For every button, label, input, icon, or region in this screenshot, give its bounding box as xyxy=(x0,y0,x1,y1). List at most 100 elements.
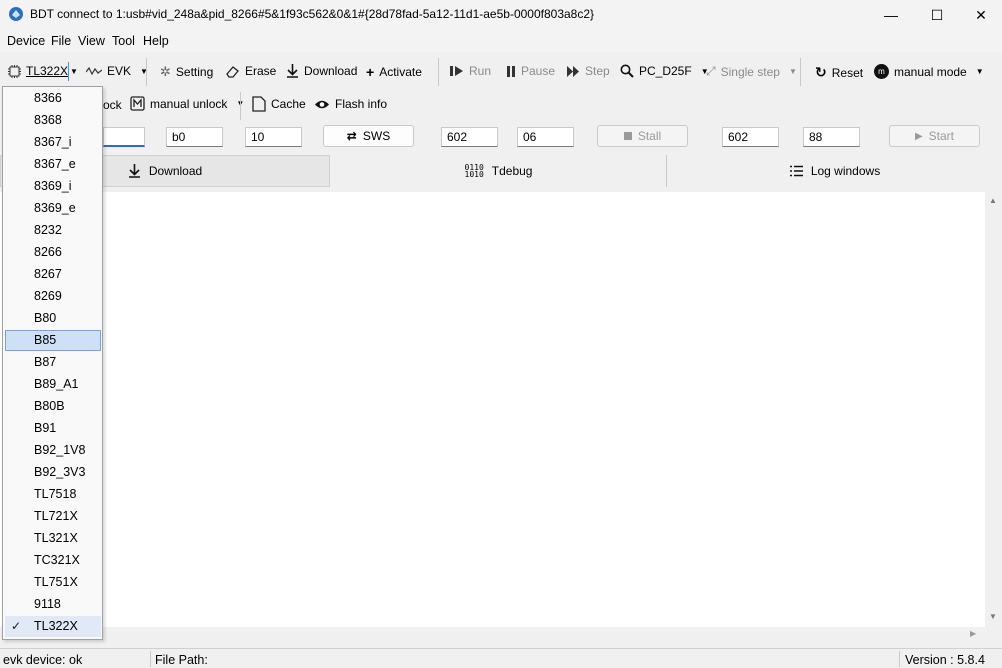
horizontal-scrollbar[interactable]: ▶ xyxy=(0,627,985,643)
title-bar: BDT connect to 1:usb#vid_248a&pid_8266#5… xyxy=(0,0,1002,30)
dropdown-item-tl721x[interactable]: TL721X xyxy=(5,506,101,527)
dropdown-item-b92-3v3[interactable]: B92_3V3 xyxy=(5,462,101,483)
toolbar-separator xyxy=(438,58,439,86)
pause-icon xyxy=(507,65,515,77)
erase-label: Erase xyxy=(245,64,277,78)
device-status: evk device: ok xyxy=(3,653,83,667)
scroll-up-arrow-icon[interactable]: ▲ xyxy=(989,196,997,205)
pause-button[interactable]: Pause xyxy=(506,64,555,78)
dropdown-item-b89-a1[interactable]: B89_A1 xyxy=(5,374,101,395)
tab-tdebug[interactable]: 0110 1010 Tdebug xyxy=(331,155,667,187)
scroll-right-arrow-icon[interactable]: ▶ xyxy=(970,629,976,638)
close-button[interactable]: ✕ xyxy=(958,0,1002,30)
length-field[interactable]: 10 xyxy=(245,127,302,147)
mode-select[interactable]: m manual mode ▼ xyxy=(874,64,984,79)
menu-file[interactable]: File xyxy=(51,34,71,48)
play-icon: ▶ xyxy=(914,130,923,142)
dropdown-item-label: 8366 xyxy=(34,91,62,105)
value-field-4[interactable]: 602 xyxy=(722,127,779,147)
dropdown-item-8369-e[interactable]: 8369_e xyxy=(5,198,101,219)
dropdown-item-tl7518[interactable]: TL7518 xyxy=(5,484,101,505)
flash-info-button[interactable]: Flash info xyxy=(314,97,387,111)
search-icon xyxy=(620,64,634,78)
tab-log-windows-label: Log windows xyxy=(810,164,881,178)
sws-button[interactable]: ⇄ SWS xyxy=(323,125,414,147)
step-button[interactable]: Step xyxy=(567,64,610,78)
chip-dropdown-menu: 8366 8368 8367_i 8367_e 8369_i 8369_e 8232 8266… xyxy=(2,86,103,640)
reset-button[interactable]: ↻ Reset xyxy=(815,64,863,81)
dropdown-item-tl751x[interactable]: TL751X xyxy=(5,572,101,593)
start-button[interactable]: ▶ Start xyxy=(889,125,980,147)
manual-mode-icon: m xyxy=(874,64,889,79)
dropdown-item-8266[interactable]: 8266 xyxy=(5,242,101,263)
address-field[interactable] xyxy=(103,127,145,147)
chip-select-label: TL322X xyxy=(26,64,69,78)
menu-view[interactable]: View xyxy=(78,34,105,48)
dropdown-item-8367-i[interactable]: 8367_i xyxy=(5,132,101,153)
dropdown-item-label: 8267 xyxy=(34,267,62,281)
log-output-area[interactable] xyxy=(0,192,985,627)
vertical-scrollbar[interactable]: ▲ ▼ xyxy=(985,192,1002,627)
dropdown-item-tl322x[interactable]: ✓ TL322X xyxy=(5,616,101,637)
menu-device[interactable]: Device xyxy=(7,34,45,48)
stall-button[interactable]: Stall xyxy=(597,125,688,147)
file-icon xyxy=(252,96,266,112)
toolbar-separator xyxy=(146,58,147,86)
menu-help[interactable]: Help xyxy=(143,34,169,48)
dropdown-item-8269[interactable]: 8269 xyxy=(5,286,101,307)
dropdown-item-label: 8369_i xyxy=(34,179,72,193)
pause-label: Pause xyxy=(521,64,556,78)
plus-icon: + xyxy=(366,64,375,80)
start-label: Start xyxy=(928,129,955,143)
run-label: Run xyxy=(469,64,492,78)
dropdown-item-8232[interactable]: 8232 xyxy=(5,220,101,241)
dropdown-item-b80[interactable]: B80 xyxy=(5,308,101,329)
value-field-2[interactable]: 602 xyxy=(441,127,498,147)
dropdown-item-tc321x[interactable]: TC321X xyxy=(5,550,101,571)
value-field-1[interactable]: b0 xyxy=(166,127,223,147)
cache-button[interactable]: Cache xyxy=(252,96,306,112)
dropdown-item-8369-i[interactable]: 8369_i xyxy=(5,176,101,197)
download-icon xyxy=(287,64,298,78)
download-button[interactable]: Download xyxy=(286,64,357,78)
dropdown-item-b85[interactable]: B85 xyxy=(5,330,101,351)
dropdown-item-8366[interactable]: 8366 xyxy=(5,88,101,109)
dropdown-item-label: TL321X xyxy=(34,531,78,545)
reset-label: Reset xyxy=(831,65,864,80)
manual-unlock-select[interactable]: manual unlock ▼ xyxy=(130,96,244,111)
dropdown-item-b92-1v8[interactable]: B92_1V8 xyxy=(5,440,101,461)
single-step-select[interactable]: ⤢ Single step ▼ xyxy=(706,64,797,79)
chip-dropdown-arrow-icon[interactable]: ▼ xyxy=(68,62,79,81)
evk-select[interactable]: EVK ▼ xyxy=(86,64,148,78)
dropdown-item-8367-e[interactable]: 8367_e xyxy=(5,154,101,175)
unlock-label-partial[interactable]: ock xyxy=(103,98,122,112)
setting-button[interactable]: ✲ Setting xyxy=(160,64,213,80)
activate-button[interactable]: + Activate xyxy=(366,64,422,80)
dropdown-item-8368[interactable]: 8368 xyxy=(5,110,101,131)
scroll-down-arrow-icon[interactable]: ▼ xyxy=(989,612,997,621)
evk-label: EVK xyxy=(107,64,132,78)
dropdown-item-label: TL322X xyxy=(34,619,78,633)
erase-button[interactable]: Erase xyxy=(226,64,276,78)
sws-label: SWS xyxy=(362,129,391,143)
dropdown-item-b80b[interactable]: B80B xyxy=(5,396,101,417)
value-field-3[interactable]: 06 xyxy=(517,127,574,147)
dropdown-item-9118[interactable]: 9118 xyxy=(5,594,101,615)
dropdown-item-8267[interactable]: 8267 xyxy=(5,264,101,285)
dropdown-item-label: B85 xyxy=(34,333,57,347)
toolbar-separator xyxy=(240,92,241,120)
pc-select[interactable]: PC_D25F ▼ xyxy=(620,64,709,78)
file-path-label: File Path: xyxy=(155,653,208,667)
menu-tool[interactable]: Tool xyxy=(112,34,135,48)
tab-log-windows[interactable]: Log windows xyxy=(668,155,1002,187)
window-title: BDT connect to 1:usb#vid_248a&pid_8266#5… xyxy=(30,7,595,21)
chip-select[interactable]: TL322X xyxy=(8,64,68,78)
dropdown-item-label: B80B xyxy=(34,399,65,413)
dropdown-item-tl321x[interactable]: TL321X xyxy=(5,528,101,549)
dropdown-item-b91[interactable]: B91 xyxy=(5,418,101,439)
minimize-button[interactable]: — xyxy=(868,0,914,30)
maximize-button[interactable]: ☐ xyxy=(914,0,960,30)
value-field-5[interactable]: 88 xyxy=(803,127,860,147)
dropdown-item-b87[interactable]: B87 xyxy=(5,352,101,373)
run-button[interactable]: Run xyxy=(450,64,491,78)
